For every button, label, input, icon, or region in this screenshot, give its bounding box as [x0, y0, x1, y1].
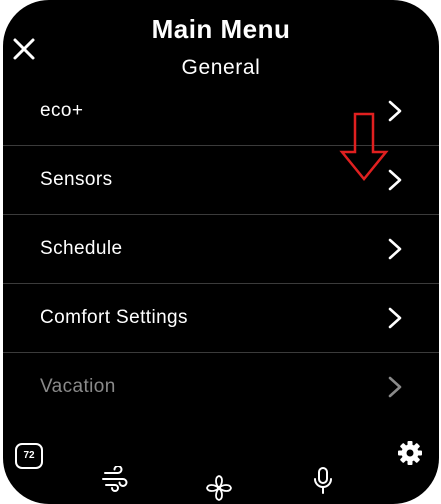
chevron-right-icon	[388, 376, 402, 398]
menu-item-label: Vacation	[40, 376, 116, 397]
chevron-right-icon	[388, 169, 402, 191]
chevron-right-icon	[388, 100, 402, 122]
menu-item-label: eco+	[40, 100, 84, 121]
wind-icon[interactable]	[101, 466, 131, 492]
red-down-arrow-icon	[339, 112, 389, 181]
menu-item-label: Sensors	[40, 169, 113, 190]
menu-item-comfort-settings[interactable]: Comfort Settings	[3, 284, 439, 352]
microphone-icon[interactable]	[311, 466, 335, 496]
menu-item-vacation[interactable]: Vacation	[3, 353, 439, 421]
chevron-right-icon	[388, 307, 402, 329]
page-title: Main Menu	[151, 14, 291, 44]
menu-item-label: Comfort Settings	[40, 307, 188, 328]
menu-item-label: Schedule	[40, 238, 123, 259]
menu-item-schedule[interactable]: Schedule	[3, 215, 439, 283]
thermostat-screen: Main Menu General eco+ Sensors Schedule …	[3, 0, 439, 504]
temperature-badge[interactable]: 72	[15, 443, 43, 469]
chevron-right-icon	[388, 238, 402, 260]
gear-icon[interactable]	[397, 440, 423, 466]
fan-icon[interactable]	[205, 474, 233, 502]
